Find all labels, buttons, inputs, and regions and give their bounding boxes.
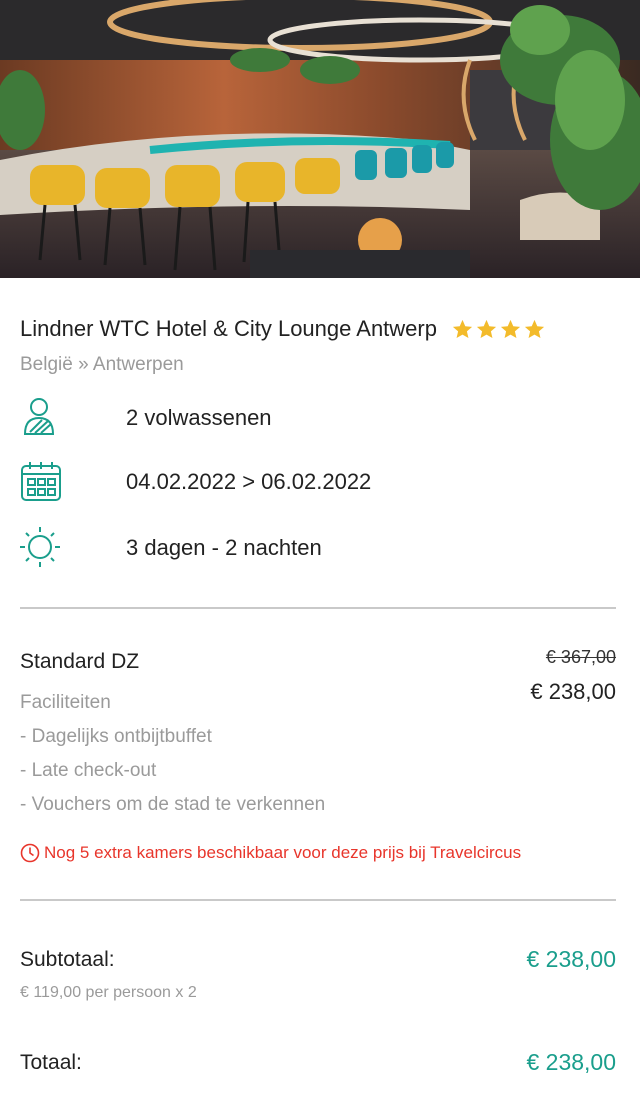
star-rating <box>451 318 546 341</box>
guests-text: 2 volwassenen <box>126 405 272 430</box>
calendar-icon <box>21 462 61 501</box>
facilities-heading: Faciliteiten <box>20 692 111 713</box>
facility-item: - Dagelijks ontbijtbuffet <box>20 726 212 747</box>
old-price: € 367,00 <box>545 647 616 667</box>
room-name: Standard DZ <box>20 650 140 673</box>
hotel-photo <box>0 0 640 278</box>
person-icon <box>23 398 55 435</box>
facility-item: - Late check-out <box>20 760 157 781</box>
star-icon <box>500 319 521 338</box>
availability-text: Nog 5 extra kamers beschikbaar voor deze… <box>44 843 522 862</box>
subtotal-label: Subtotaal: <box>20 948 115 971</box>
star-icon <box>476 319 497 338</box>
hotel-title-row: Lindner WTC Hotel & City Lounge Antwerp <box>20 316 620 342</box>
per-person-price: € 119,00 per persoon x 2 <box>20 984 197 1001</box>
room-price: € 238,00 <box>530 679 616 704</box>
facilities-list: - Dagelijks ontbijtbuffet - Late check-o… <box>20 726 325 828</box>
hotel-location: België » Antwerpen <box>20 354 184 375</box>
total-value: € 238,00 <box>526 1049 616 1075</box>
divider <box>20 899 616 901</box>
subtotal-value: € 238,00 <box>526 946 616 972</box>
star-icon <box>452 319 473 338</box>
dates-row: 04.02.2022 > 06.02.2022 <box>20 460 620 504</box>
hotel-name: Lindner WTC Hotel & City Lounge Antwerp <box>20 316 437 341</box>
divider <box>20 607 616 609</box>
star-icon <box>524 319 545 338</box>
duration-text: 3 dagen - 2 nachten <box>126 535 322 560</box>
total-label: Totaal: <box>20 1051 82 1074</box>
dates-text: 04.02.2022 > 06.02.2022 <box>126 469 372 494</box>
guests-row: 2 volwassenen <box>20 396 620 440</box>
sun-icon <box>20 527 60 567</box>
clock-icon <box>20 843 40 863</box>
facility-item: - Vouchers om de stad te verkennen <box>20 794 326 815</box>
availability-notice: Nog 5 extra kamers beschikbaar voor deze… <box>20 843 521 863</box>
duration-row: 3 dagen - 2 nachten <box>20 526 620 570</box>
